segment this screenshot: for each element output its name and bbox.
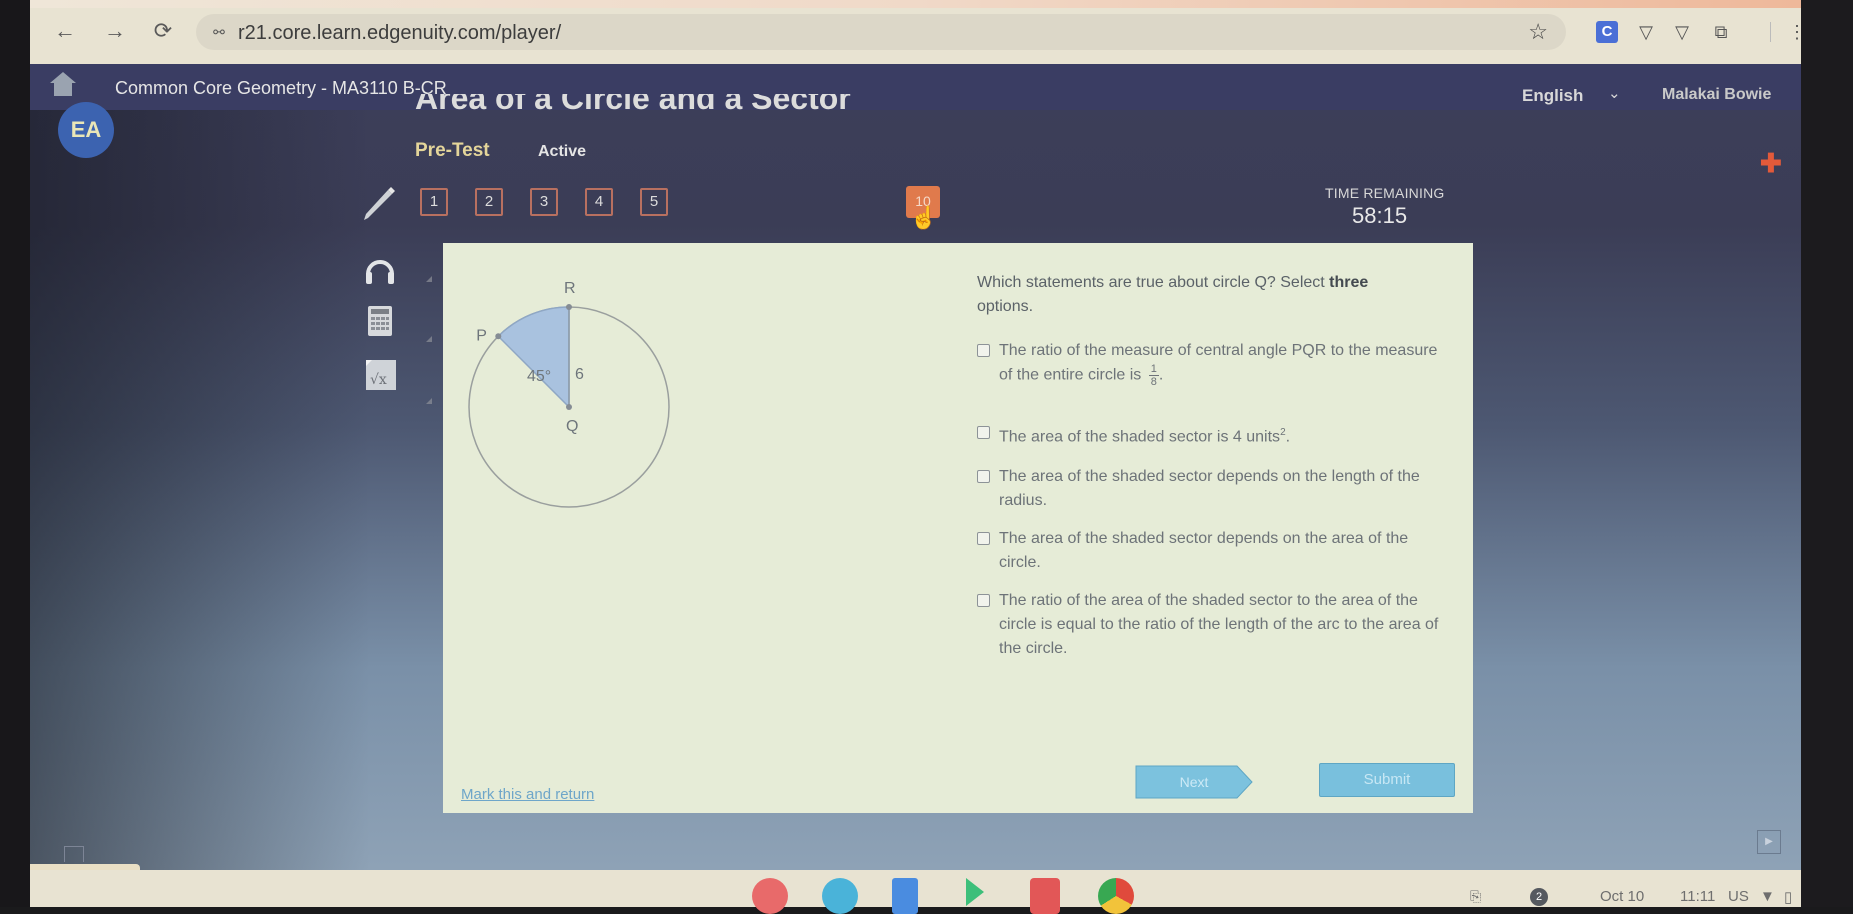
chevron-down-icon[interactable]: ⌄ xyxy=(1608,84,1621,102)
language-select[interactable]: English xyxy=(1522,86,1583,106)
play-store-icon[interactable] xyxy=(966,878,984,906)
option-4-checkbox[interactable] xyxy=(977,532,990,545)
docs-app-icon[interactable] xyxy=(892,878,918,914)
page-shade xyxy=(30,64,370,870)
lesson-title: Area of a Circle and a Sector xyxy=(415,94,851,112)
question-1-button[interactable]: 1 xyxy=(420,188,448,216)
shaded-sector xyxy=(497,306,570,409)
label-angle: 45° xyxy=(527,368,551,385)
question-4-button[interactable]: 4 xyxy=(585,188,613,216)
formula-sheet-icon[interactable]: √x xyxy=(360,354,400,394)
fraction-one-eighth: 18 xyxy=(1148,363,1159,388)
calculator-icon[interactable] xyxy=(360,300,400,340)
site-info-icon[interactable]: ⚯ xyxy=(208,21,230,43)
option-1-checkbox[interactable] xyxy=(977,344,990,357)
point-p xyxy=(495,333,502,340)
url-text[interactable]: r21.core.learn.edgenuity.com/player/ xyxy=(238,22,561,45)
tool-expand-corner xyxy=(426,398,432,404)
question-prompt: Which statements are true about circle Q… xyxy=(977,274,1369,315)
activity-status: Active xyxy=(538,143,587,160)
time-remaining-value: 58:15 xyxy=(1352,203,1408,228)
submit-button[interactable]: Submit xyxy=(1319,763,1455,797)
screen-bezel-left xyxy=(0,0,30,907)
point-q xyxy=(566,404,572,410)
reload-button[interactable]: ⟳ xyxy=(148,16,178,46)
notification-badge[interactable]: 2 xyxy=(1530,888,1548,906)
course-header: Common Core Geometry - MA3110 B-CR Engli… xyxy=(30,64,1801,110)
plus-icon[interactable]: ✚ xyxy=(1760,148,1782,179)
option-1[interactable]: The ratio of the measure of central angl… xyxy=(977,339,1447,388)
extension-shield-icon[interactable]: ▽ xyxy=(1635,21,1657,43)
home-icon[interactable] xyxy=(48,70,78,98)
app-icon-1[interactable] xyxy=(752,878,788,914)
label-r: R xyxy=(564,280,576,297)
forward-button[interactable]: → xyxy=(100,16,130,46)
youtube-icon[interactable] xyxy=(1030,878,1060,914)
option-1-text: The ratio of the measure of central angl… xyxy=(999,342,1438,384)
browser-toolbar: ← → ⟳ ⚯ r21.core.learn.edgenuity.com/pla… xyxy=(30,0,1806,64)
browser-menu-icon[interactable]: ⋮ xyxy=(1786,21,1808,43)
label-p: P xyxy=(476,327,487,344)
address-bar[interactable]: ⚯ r21.core.learn.edgenuity.com/player/ ☆ xyxy=(196,14,1566,50)
option-5-text: The ratio of the area of the shaded sect… xyxy=(999,592,1439,657)
question-card: R P Q 45° 6 Which statements are true about … xyxy=(443,243,1473,813)
edgenuity-logo[interactable]: EA xyxy=(58,102,114,158)
question-5-button[interactable]: 5 xyxy=(640,188,668,216)
collapsed-panel-tab[interactable] xyxy=(64,846,84,862)
label-radius: 6 xyxy=(575,366,584,383)
activity-type: Pre-Test xyxy=(415,140,490,161)
option-2[interactable]: The area of the shaded sector is 4 units… xyxy=(977,421,1447,449)
option-4-text: The area of the shaded sector depends on… xyxy=(999,530,1409,571)
screen-capture-icon[interactable]: ⎘ xyxy=(1470,888,1481,905)
back-button[interactable]: ← xyxy=(50,16,80,46)
tool-expand-corner xyxy=(426,336,432,342)
bookmark-star-icon[interactable]: ☆ xyxy=(1528,19,1548,45)
date-text[interactable]: Oct 10 xyxy=(1600,888,1644,905)
option-3-text: The area of the shaded sector depends on… xyxy=(999,468,1420,509)
point-r xyxy=(566,304,572,310)
time-remaining-label: TIME REMAINING xyxy=(1325,185,1445,201)
extension-shield-2-icon[interactable]: ▽ xyxy=(1671,21,1693,43)
question-3-button[interactable]: 3 xyxy=(530,188,558,216)
option-5-checkbox[interactable] xyxy=(977,594,990,607)
mark-and-return-link[interactable]: Mark this and return xyxy=(461,786,594,803)
option-5[interactable]: The ratio of the area of the shaded sect… xyxy=(977,589,1447,661)
option-4[interactable]: The area of the shaded sector depends on… xyxy=(977,527,1447,575)
hand-cursor-icon: ☝ xyxy=(910,205,938,230)
player-page: Common Core Geometry - MA3110 B-CR Engli… xyxy=(30,64,1801,890)
chrome-icon[interactable] xyxy=(1098,878,1134,914)
option-3-checkbox[interactable] xyxy=(977,470,990,483)
wifi-icon[interactable]: ▼ xyxy=(1760,888,1775,905)
extension-c-icon[interactable]: C xyxy=(1596,21,1618,43)
tool-expand-corner xyxy=(426,276,432,282)
time-text[interactable]: 11:11 xyxy=(1680,888,1715,905)
locale-text[interactable]: US xyxy=(1728,888,1749,905)
extensions-puzzle-icon[interactable]: ⧉ xyxy=(1710,21,1732,43)
option-2-checkbox[interactable] xyxy=(977,426,990,439)
next-button[interactable]: Next xyxy=(1135,765,1253,799)
user-name[interactable]: Malakai Bowie xyxy=(1662,86,1771,104)
app-icon-2[interactable] xyxy=(822,878,858,914)
tab-strip xyxy=(30,0,1801,8)
pencil-icon[interactable] xyxy=(360,182,400,222)
option-2-text: The area of the shaded sector is 4 units xyxy=(999,428,1281,446)
battery-icon[interactable]: ▯ xyxy=(1784,888,1792,906)
play-arrow-button[interactable]: ▶ xyxy=(1757,830,1781,854)
option-3[interactable]: The area of the shaded sector depends on… xyxy=(977,465,1447,513)
screen-bezel-right xyxy=(1801,0,1853,907)
headphones-icon[interactable] xyxy=(360,250,400,290)
label-q: Q xyxy=(566,418,578,435)
next-label: Next xyxy=(1179,774,1209,790)
svg-text:√x: √x xyxy=(370,372,387,388)
toolbar-divider xyxy=(1770,22,1771,42)
circle-q-diagram: R P Q 45° 6 xyxy=(468,280,670,508)
os-shelf: ⎘ 2 Oct 10 11:11 US ▼ ▯ xyxy=(30,870,1801,914)
course-title: Common Core Geometry - MA3110 B-CR xyxy=(115,78,447,98)
question-2-button[interactable]: 2 xyxy=(475,188,503,216)
